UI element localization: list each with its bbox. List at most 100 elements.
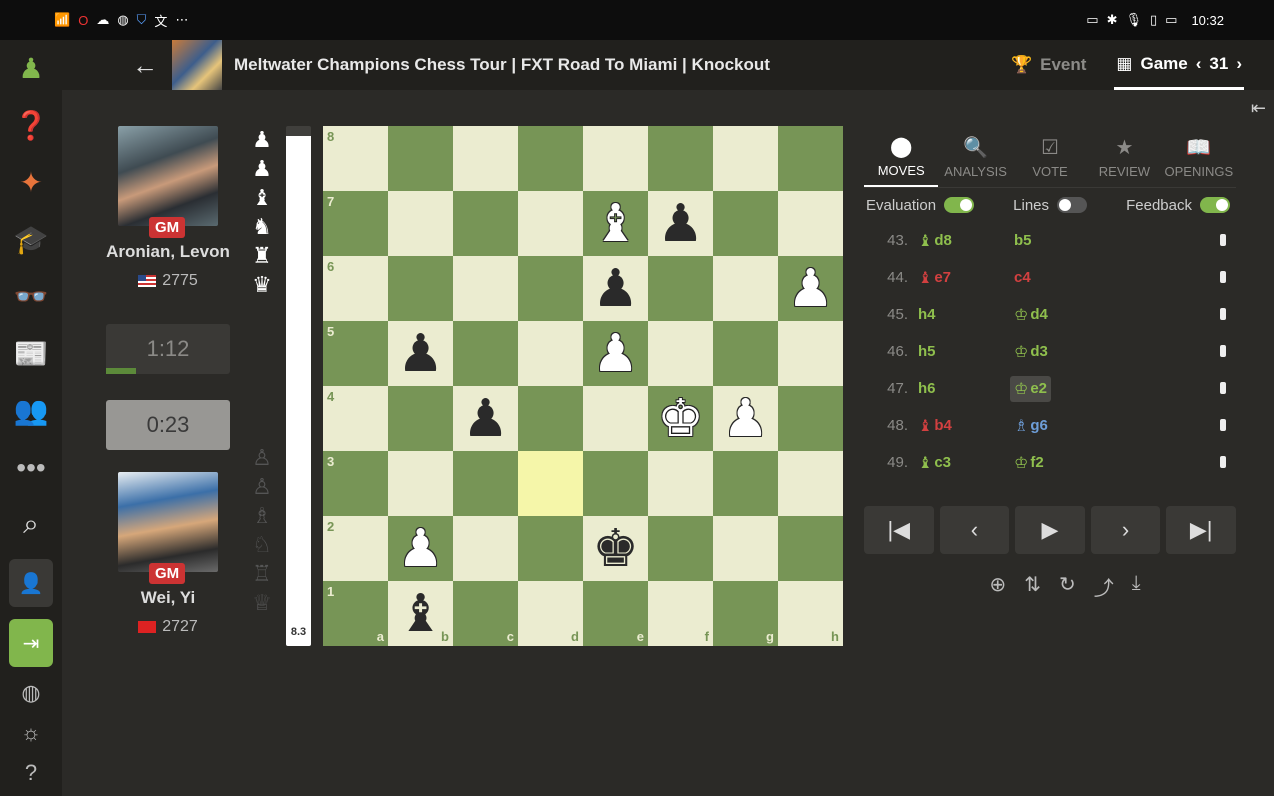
square-g3[interactable] <box>713 451 778 516</box>
black-move[interactable]: ♔ d4 <box>1004 305 1100 325</box>
square-c3[interactable] <box>453 451 518 516</box>
white-pawn-icon[interactable]: ♟ <box>397 523 444 575</box>
square-a5[interactable]: 5 <box>323 321 388 386</box>
square-g7[interactable] <box>713 191 778 256</box>
square-e4[interactable] <box>583 386 648 451</box>
chess-board[interactable]: 8 7 ♝ ♟ 6 ♟ ♟ 5 ♟ ♟ 4 ♟ ♚ ♟ 3 2 ♟ ♚ 1 a b ♝ c d e f g h <box>323 126 843 646</box>
player-name[interactable]: Wei, Yi <box>103 588 233 608</box>
square-d2[interactable] <box>518 516 583 581</box>
tab-vote[interactable]: ☑ VOTE <box>1013 126 1087 187</box>
back-arrow-icon[interactable]: ← <box>120 50 170 81</box>
square-h2[interactable] <box>778 516 843 581</box>
square-b6[interactable] <box>388 256 453 321</box>
square-h1[interactable]: h <box>778 581 843 646</box>
square-c4[interactable]: ♟ <box>453 386 518 451</box>
play-button[interactable]: ▶ <box>1015 506 1085 554</box>
white-pawn-icon[interactable]: ♟ <box>722 393 769 445</box>
toggle-switch[interactable] <box>1057 197 1088 213</box>
black-pawn-icon[interactable]: ♟ <box>462 393 509 445</box>
chess-logo-icon[interactable]: ♟ <box>0 40 62 97</box>
login-button[interactable]: ⇥ <box>9 619 53 667</box>
square-b7[interactable] <box>388 191 453 256</box>
news-icon[interactable]: 📰 <box>0 325 62 382</box>
square-d4[interactable] <box>518 386 583 451</box>
square-f2[interactable] <box>648 516 713 581</box>
square-f4[interactable]: ♚ <box>648 386 713 451</box>
square-d7[interactable] <box>518 191 583 256</box>
square-d5[interactable] <box>518 321 583 386</box>
search-icon[interactable]: ⌕ <box>0 496 62 553</box>
tab-event[interactable]: 🏆 Event <box>1011 40 1086 90</box>
black-move[interactable]: ♔ d3 <box>1004 342 1100 362</box>
tab-openings[interactable]: 📖 OPENINGS <box>1162 126 1236 187</box>
next-game-icon[interactable]: › <box>1236 54 1242 74</box>
white-move[interactable]: ♝ d8 <box>908 231 1004 251</box>
social-icon[interactable]: 👥 <box>0 382 62 439</box>
square-a1[interactable]: 1a <box>323 581 388 646</box>
square-g5[interactable] <box>713 321 778 386</box>
more-menu-icon[interactable]: ••• <box>0 439 62 496</box>
learn-icon[interactable]: 🎓 <box>0 211 62 268</box>
black-move[interactable]: b5 <box>1004 232 1100 249</box>
black-pawn-icon[interactable]: ♟ <box>657 198 704 250</box>
collapse-panel-icon[interactable]: ⇤ <box>1251 98 1266 119</box>
tab-moves[interactable]: ⬤ MOVES <box>864 126 939 187</box>
white-pawn-icon[interactable]: ♟ <box>592 328 639 380</box>
square-g2[interactable] <box>713 516 778 581</box>
white-move[interactable]: h6 <box>908 380 1004 397</box>
white-move[interactable]: ♝ c3 <box>908 453 1004 473</box>
zoom-icon[interactable]: ⊕ <box>989 572 1006 601</box>
square-c1[interactable]: c <box>453 581 518 646</box>
square-h7[interactable] <box>778 191 843 256</box>
toggle-switch[interactable] <box>944 197 975 213</box>
square-g8[interactable] <box>713 126 778 191</box>
square-a4[interactable]: 4 <box>323 386 388 451</box>
add-friend-button[interactable]: 👤 <box>9 559 53 607</box>
prev-move-button[interactable]: ‹ <box>939 506 1010 554</box>
square-c2[interactable] <box>453 516 518 581</box>
white-pawn-icon[interactable]: ♟ <box>787 263 834 315</box>
square-c8[interactable] <box>453 126 518 191</box>
square-e5[interactable]: ♟ <box>583 321 648 386</box>
flip-board-icon[interactable]: ⇅ <box>1024 572 1041 601</box>
square-e3[interactable] <box>583 451 648 516</box>
toggle-switch[interactable] <box>1199 197 1230 213</box>
square-g6[interactable] <box>713 256 778 321</box>
black-move[interactable]: ♗ g6 <box>1004 416 1100 436</box>
first-move-button[interactable]: |◀ <box>864 506 934 554</box>
square-d8[interactable] <box>518 126 583 191</box>
tab-review[interactable]: ★ REVIEW <box>1087 126 1161 187</box>
square-a8[interactable]: 8 <box>323 126 388 191</box>
square-f6[interactable] <box>648 256 713 321</box>
theme-icon[interactable]: ☼ <box>0 713 62 753</box>
white-move[interactable]: ♝ e7 <box>908 268 1004 288</box>
download-icon[interactable]: ⤓ <box>1132 572 1141 601</box>
square-c6[interactable] <box>453 256 518 321</box>
square-e1[interactable]: e <box>583 581 648 646</box>
black-king-icon[interactable]: ♚ <box>592 523 639 575</box>
black-move[interactable]: c4 <box>1004 269 1100 286</box>
square-a7[interactable]: 7 <box>323 191 388 256</box>
square-a3[interactable]: 3 <box>323 451 388 516</box>
square-a6[interactable]: 6 <box>323 256 388 321</box>
square-f8[interactable] <box>648 126 713 191</box>
square-h6[interactable]: ♟ <box>778 256 843 321</box>
square-g4[interactable]: ♟ <box>713 386 778 451</box>
prev-game-icon[interactable]: ‹ <box>1196 54 1202 74</box>
square-h3[interactable] <box>778 451 843 516</box>
language-icon[interactable]: ◍ <box>0 673 62 713</box>
black-pawn-icon[interactable]: ♟ <box>397 328 444 380</box>
last-move-button[interactable]: ▶| <box>1166 506 1236 554</box>
white-move[interactable]: h4 <box>908 306 1004 323</box>
square-a2[interactable]: 2 <box>323 516 388 581</box>
square-c7[interactable] <box>453 191 518 256</box>
square-b8[interactable] <box>388 126 453 191</box>
white-move[interactable]: ♝ b4 <box>908 416 1004 436</box>
square-b3[interactable] <box>388 451 453 516</box>
share-icon[interactable]: ⤴ <box>1094 572 1114 601</box>
white-bishop-icon[interactable]: ♝ <box>592 198 639 250</box>
white-move[interactable]: h5 <box>908 343 1004 360</box>
square-b5[interactable]: ♟ <box>388 321 453 386</box>
square-b2[interactable]: ♟ <box>388 516 453 581</box>
square-e7[interactable]: ♝ <box>583 191 648 256</box>
